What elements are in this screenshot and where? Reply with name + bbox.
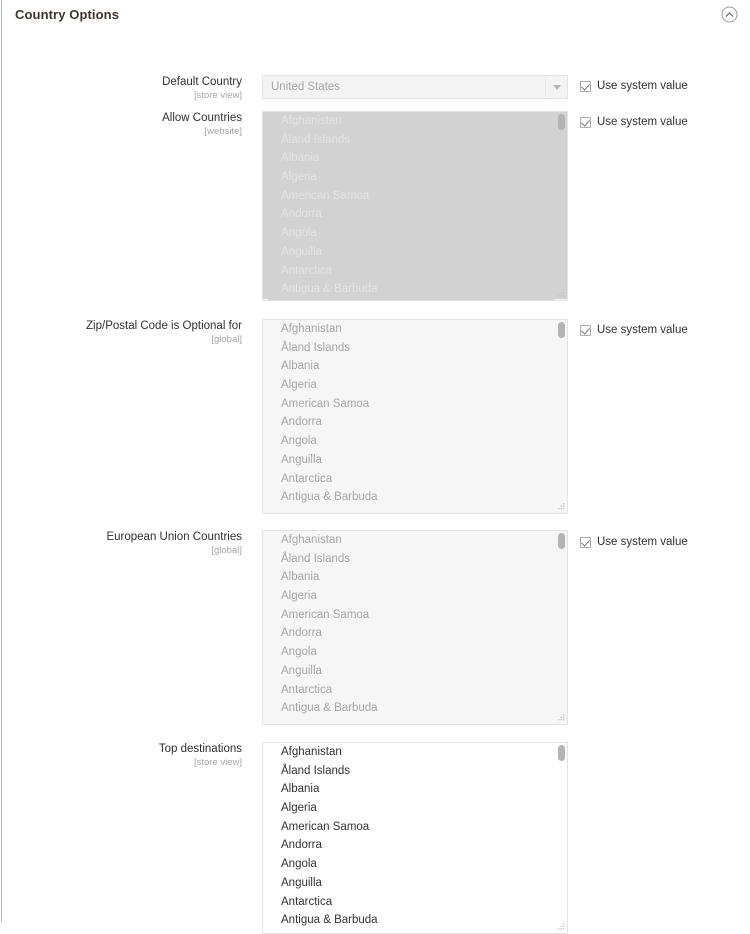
list-item[interactable]: Afghanistan <box>263 531 567 550</box>
scrollbar-thumb[interactable] <box>558 745 565 761</box>
list-item[interactable]: Antarctica <box>263 470 567 489</box>
use-system-value-label: Use system value <box>597 80 688 92</box>
control-eu-countries: Afghanistan Åland Islands Albania Algeria Am… <box>262 530 568 725</box>
list-item[interactable]: Antigua & Barbuda <box>263 911 567 930</box>
list-item[interactable]: American Samoa <box>263 186 567 206</box>
label-zip-optional: Zip/Postal Code is Optional for [global] <box>2 319 252 345</box>
use-system-value-label: Use system value <box>597 324 688 336</box>
control-zip-optional: Afghanistan Åland Islands Albania Algeria Am… <box>262 319 568 514</box>
scrollbar[interactable] <box>557 532 566 723</box>
control-top-destinations: Afghanistan Åland Islands Albania Algeria Am… <box>262 742 568 934</box>
list-item[interactable]: Angola <box>263 643 567 662</box>
list-item[interactable]: Albania <box>263 568 567 587</box>
zip-optional-multiselect[interactable]: Afghanistan Åland Islands Albania Algeria Am… <box>262 319 568 514</box>
list-item[interactable]: American Samoa <box>263 606 567 625</box>
field-label: European Union Countries <box>106 531 242 543</box>
list-item[interactable]: Albania <box>263 357 567 376</box>
list-item[interactable]: Andorra <box>263 624 567 643</box>
eu-countries-multiselect[interactable]: Afghanistan Åland Islands Albania Algeria Am… <box>262 530 568 725</box>
list-item[interactable]: Antigua & Barbuda <box>263 699 567 718</box>
use-system-value-zip-optional[interactable]: Use system value <box>580 324 688 337</box>
list-item[interactable]: Afghanistan <box>263 743 567 762</box>
scrollbar[interactable] <box>557 321 566 512</box>
control-allow-countries: Afghanistan Åland Islands Albania Algeria Am… <box>262 111 568 301</box>
field-label: Default Country <box>162 76 242 88</box>
field-scope: [store view] <box>193 757 242 768</box>
resize-grip-icon[interactable] <box>555 921 566 932</box>
list-item[interactable]: Angola <box>263 432 567 451</box>
list-item[interactable]: Albania <box>263 780 567 799</box>
list-item[interactable]: Anguilla <box>263 242 567 262</box>
top-destinations-multiselect[interactable]: Afghanistan Åland Islands Albania Algeria Am… <box>262 742 568 934</box>
use-system-value-default-country[interactable]: Use system value <box>580 80 688 93</box>
list-item[interactable]: American Samoa <box>263 395 567 414</box>
default-country-select[interactable]: United States <box>262 75 568 99</box>
scrollbar[interactable] <box>557 113 566 299</box>
scrollbar-thumb[interactable] <box>558 114 565 130</box>
list-item[interactable]: Albania <box>263 149 567 169</box>
list-item[interactable]: Algeria <box>263 587 567 606</box>
default-country-selected-value: United States <box>271 81 341 93</box>
label-eu-countries: European Union Countries [global] <box>2 530 252 556</box>
checkbox-checked-icon[interactable] <box>580 537 591 548</box>
page-title: Country Options <box>15 6 120 22</box>
list-item[interactable]: Andorra <box>263 836 567 855</box>
list-item[interactable]: Antarctica <box>263 261 567 281</box>
list-item[interactable]: Algeria <box>263 799 567 818</box>
use-system-value-eu-countries[interactable]: Use system value <box>580 536 688 549</box>
label-top-destinations: Top destinations [store view] <box>2 742 252 768</box>
checkbox-checked-icon[interactable] <box>580 325 591 336</box>
resize-grip-icon[interactable] <box>555 501 566 512</box>
allow-countries-option-list[interactable]: Afghanistan Åland Islands Albania Algeria Am… <box>263 112 567 300</box>
zip-optional-option-list[interactable]: Afghanistan Åland Islands Albania Algeria Am… <box>263 320 567 513</box>
eu-countries-option-list[interactable]: Afghanistan Åland Islands Albania Algeria Am… <box>263 531 567 724</box>
list-item[interactable]: Afghanistan <box>263 112 567 131</box>
label-default-country: Default Country [store view] <box>2 75 252 101</box>
list-item[interactable]: Algeria <box>263 168 567 187</box>
field-scope: [global] <box>211 334 242 345</box>
list-item[interactable]: Andorra <box>263 205 567 225</box>
list-item[interactable]: Anguilla <box>263 451 567 470</box>
field-scope: [store view] <box>193 90 242 101</box>
list-item[interactable]: Åland Islands <box>263 762 567 781</box>
field-label: Top destinations <box>158 743 242 755</box>
use-system-value-allow-countries[interactable]: Use system value <box>580 116 688 129</box>
control-default-country: United States <box>262 75 568 99</box>
country-options-section: Country Options Default Country [store v… <box>1 0 750 934</box>
list-item[interactable]: Andorra <box>263 413 567 432</box>
use-system-value-label: Use system value <box>597 536 688 548</box>
resize-grip-icon[interactable] <box>555 712 566 723</box>
scrollbar-thumb[interactable] <box>558 322 565 338</box>
scrollbar[interactable] <box>557 744 566 932</box>
field-scope: [global] <box>211 545 242 556</box>
scrollbar-thumb[interactable] <box>558 533 565 549</box>
list-item[interactable]: Åland Islands <box>263 130 567 150</box>
section-header[interactable]: Country Options <box>2 0 750 28</box>
checkbox-checked-icon[interactable] <box>580 117 591 128</box>
list-item[interactable]: Antigua & Barbuda <box>263 488 567 507</box>
list-item[interactable]: Antarctica <box>263 681 567 700</box>
use-system-value-label: Use system value <box>597 116 688 128</box>
list-item[interactable]: Antigua & Barbuda <box>263 280 567 299</box>
list-item[interactable]: Angola <box>263 224 567 243</box>
list-item[interactable]: Afghanistan <box>263 320 567 339</box>
list-item[interactable]: Antarctica <box>263 893 567 912</box>
chevron-down-icon[interactable] <box>545 76 567 98</box>
checkbox-checked-icon[interactable] <box>580 81 591 92</box>
field-label: Allow Countries <box>162 112 242 124</box>
field-label: Zip/Postal Code is Optional for <box>86 320 242 332</box>
field-scope: [website] <box>204 126 243 137</box>
list-item[interactable]: Angola <box>263 855 567 874</box>
top-destinations-option-list[interactable]: Afghanistan Åland Islands Albania Algeria Am… <box>263 743 567 933</box>
label-allow-countries: Allow Countries [website] <box>2 111 252 137</box>
list-item[interactable]: Algeria <box>263 376 567 395</box>
chevron-up-circle-icon[interactable] <box>721 6 738 23</box>
allow-countries-multiselect[interactable]: Afghanistan Åland Islands Albania Algeria Am… <box>262 111 568 301</box>
list-item[interactable]: Anguilla <box>263 662 567 681</box>
list-item[interactable]: Åland Islands <box>263 550 567 569</box>
list-item[interactable]: Åland Islands <box>263 339 567 358</box>
resize-grip-icon[interactable] <box>555 288 566 299</box>
list-item[interactable]: Anguilla <box>263 874 567 893</box>
list-item[interactable]: American Samoa <box>263 818 567 837</box>
